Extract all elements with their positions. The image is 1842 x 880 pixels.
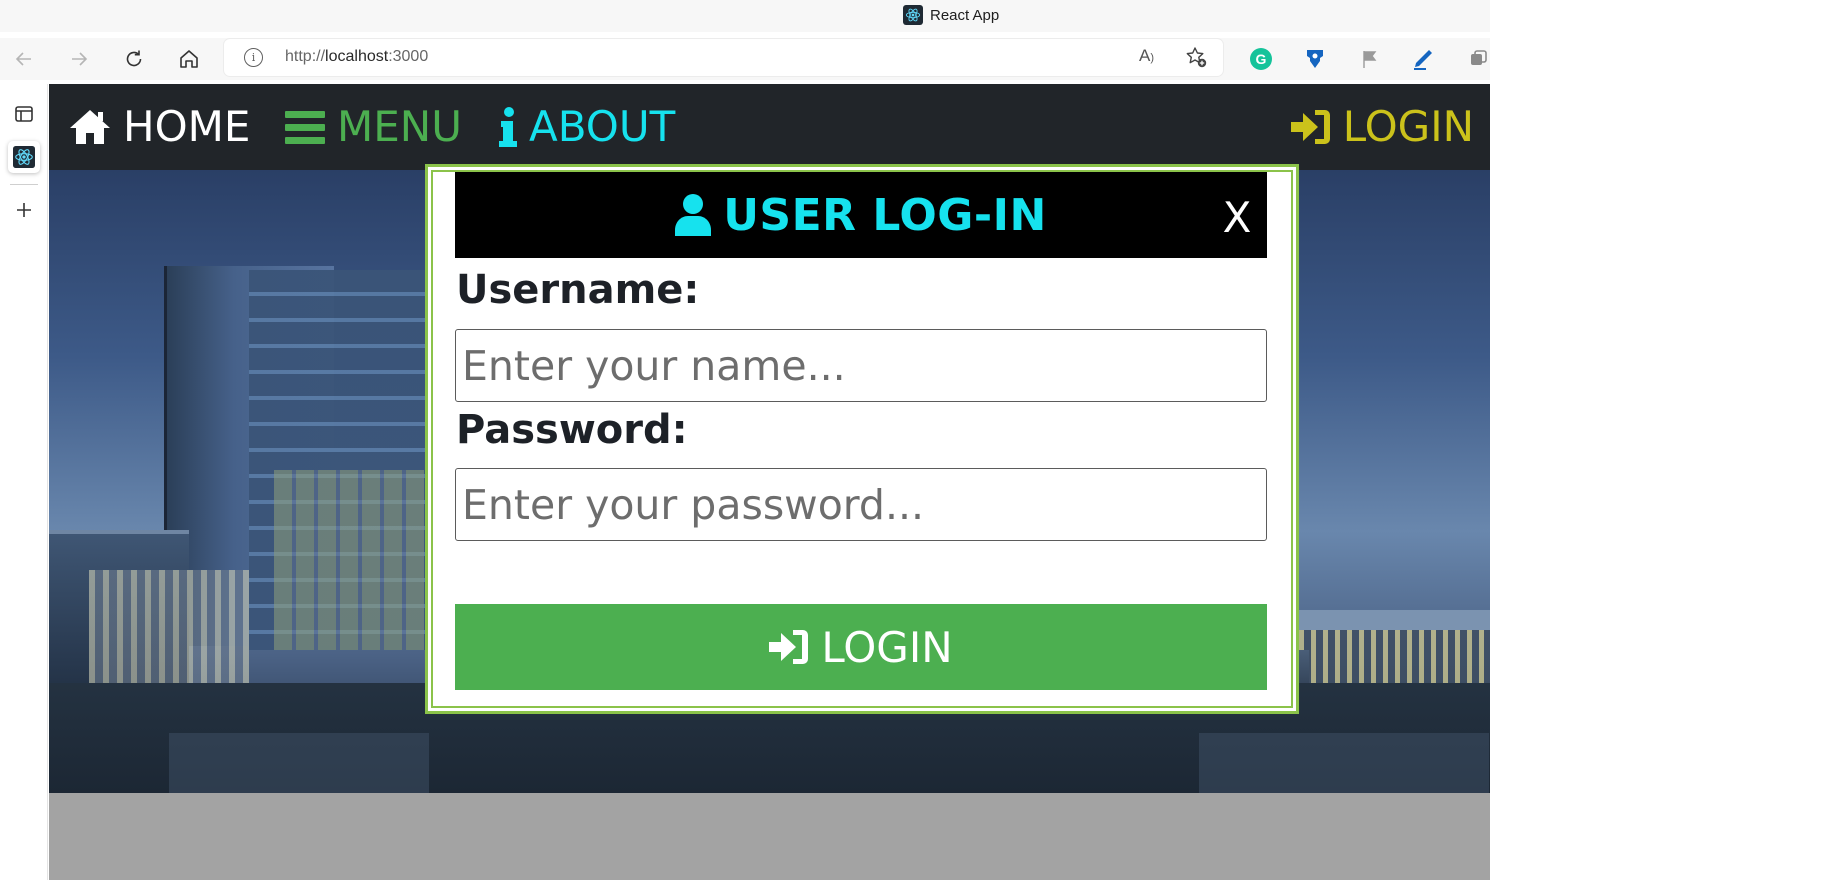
home-icon <box>70 110 110 144</box>
pen-extension-icon[interactable] <box>1411 46 1437 72</box>
forward-icon[interactable] <box>66 46 92 72</box>
add-favorite-icon[interactable] <box>1184 45 1208 69</box>
modal-title: USER LOG-IN <box>455 172 1267 258</box>
active-tab-title[interactable]: React App <box>903 5 999 25</box>
tab-react-app[interactable] <box>8 141 40 173</box>
password-input[interactable] <box>455 468 1267 541</box>
vertical-tabs-rail <box>0 84 48 880</box>
modal-header: USER LOG-IN X <box>455 172 1267 258</box>
username-input[interactable] <box>455 329 1267 402</box>
svg-text:G: G <box>1256 51 1267 67</box>
browser-toolbar: i http://localhost:3000 A) G <box>0 38 1490 80</box>
info-icon <box>499 107 517 147</box>
home-icon[interactable] <box>176 46 202 72</box>
username-label: Username: <box>456 267 700 313</box>
collections-icon[interactable] <box>1466 46 1492 72</box>
back-icon[interactable] <box>11 46 37 72</box>
read-aloud-icon[interactable]: A) <box>1139 46 1161 68</box>
tab-actions-icon[interactable] <box>8 98 40 130</box>
react-favicon-icon <box>903 5 923 25</box>
address-bar[interactable]: i http://localhost:3000 A) <box>224 39 1223 76</box>
nav-menu-label: MENU <box>337 102 462 151</box>
password-label: Password: <box>456 407 688 453</box>
nav-login-link[interactable]: LOGIN <box>1290 102 1474 152</box>
extension-icon[interactable] <box>1302 46 1328 72</box>
rail-divider <box>10 184 38 185</box>
user-icon <box>675 194 712 236</box>
login-submit-label: LOGIN <box>821 622 953 672</box>
sign-in-icon <box>769 630 809 664</box>
nav-home-link[interactable]: HOME <box>69 102 250 152</box>
refresh-icon[interactable] <box>121 46 147 72</box>
login-submit-button[interactable]: LOGIN <box>455 604 1267 690</box>
nav-home-label: HOME <box>123 102 251 151</box>
tab-title-text: React App <box>930 6 1000 24</box>
flag-extension-icon[interactable] <box>1357 46 1383 72</box>
nav-login-label: LOGIN <box>1342 102 1474 151</box>
url-text[interactable]: http://localhost:3000 <box>285 48 428 66</box>
page-viewport: HOME MENU ABOUT LOGIN USER LOG-IN X User… <box>49 84 1490 880</box>
browser-titlebar: React App <box>0 0 1490 32</box>
close-button[interactable]: X <box>1217 192 1257 242</box>
new-tab-icon[interactable] <box>8 194 40 226</box>
nav-menu-link[interactable]: MENU <box>285 102 462 152</box>
grammarly-extension-icon[interactable]: G <box>1248 46 1274 72</box>
modal-title-text: USER LOG-IN <box>723 189 1047 241</box>
site-navbar: HOME MENU ABOUT LOGIN <box>49 84 1490 170</box>
hamburger-icon <box>285 111 325 144</box>
nav-about-label: ABOUT <box>529 102 676 151</box>
login-modal: USER LOG-IN X Username: Password: LOGIN <box>425 164 1299 714</box>
nav-about-link[interactable]: ABOUT <box>499 102 675 152</box>
site-info-icon[interactable]: i <box>244 48 263 67</box>
sign-in-icon <box>1290 110 1330 144</box>
